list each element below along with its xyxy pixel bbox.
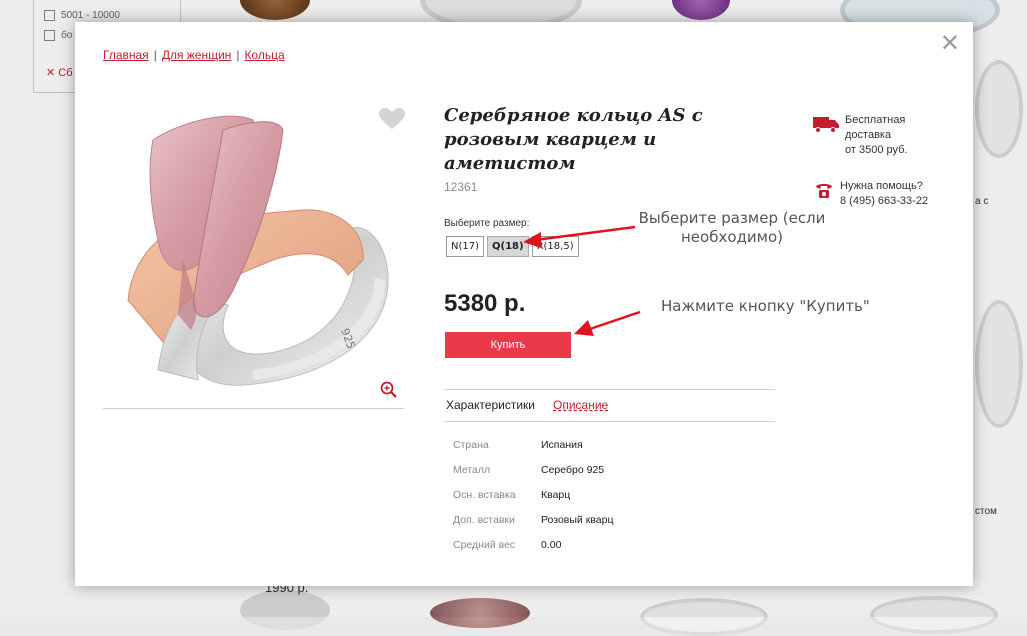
spec-key: Осн. вставка (453, 488, 516, 501)
tab-description[interactable]: Описание (553, 398, 608, 412)
spec-row: Средний вес 0.00 (453, 532, 613, 557)
spec-row: Доп. вставки Розовый кварц (453, 507, 613, 532)
size-label: Выберите размер: (444, 218, 530, 229)
spec-value: 0.00 (541, 538, 562, 551)
spec-value: Испания (541, 438, 583, 451)
spec-key: Страна (453, 438, 489, 451)
spec-value: Серебро 925 (541, 463, 605, 476)
product-title: Серебряное кольцо AS с розовым кварцем и… (444, 105, 703, 174)
tabs-bottom-divider (444, 421, 775, 422)
buy-button[interactable]: Купить (445, 332, 571, 358)
tab-characteristics[interactable]: Характеристики (446, 398, 535, 412)
spec-key: Металл (453, 463, 491, 476)
buy-hint-annotation: Нажмите кнопку "Купить" (661, 297, 870, 315)
size-option-selected[interactable]: Q(18) (487, 236, 529, 257)
close-icon[interactable]: ✕ (940, 32, 960, 56)
heart-icon[interactable] (379, 108, 405, 130)
spec-key: Средний вес (453, 538, 516, 551)
size-selector: N(17) Q(18) R(18,5) (446, 236, 579, 257)
spec-row: Страна Испания (453, 432, 613, 457)
product-price: 5380 р. (444, 290, 526, 317)
size-option[interactable]: N(17) (446, 236, 485, 257)
breadcrumb-women[interactable]: Для женщин (162, 48, 232, 62)
product-photo: 925 (127, 115, 389, 386)
breadcrumb-rings[interactable]: Кольца (244, 48, 284, 62)
help-phone-number[interactable]: 8 (495) 663-33-22 (840, 194, 928, 209)
free-delivery-info: Бесплатная доставка от 3500 руб. (845, 114, 908, 156)
zoom-icon[interactable] (380, 381, 398, 399)
spec-value: Кварц (541, 488, 571, 501)
breadcrumb: Главная | Для женщин | Кольца (103, 48, 285, 62)
tabs-top-divider (444, 389, 775, 390)
spec-key: Доп. вставки (453, 513, 515, 526)
spec-row: Металл Серебро 925 (453, 457, 613, 482)
size-hint-annotation: Выберите размер (если необходимо) (638, 209, 826, 246)
truck-icon (813, 117, 839, 133)
spec-row: Осн. вставка Кварц (453, 482, 613, 507)
photo-divider (103, 408, 404, 409)
arrow-to-buy (574, 310, 641, 336)
size-option[interactable]: R(18,5) (531, 236, 579, 257)
phone-icon (816, 184, 832, 198)
breadcrumb-home[interactable]: Главная (103, 48, 149, 62)
product-quick-view-modal: ✕ Главная | Для женщин | Кольца 925 Сере… (75, 22, 973, 586)
product-sku: 12361 (444, 180, 478, 194)
spec-value: Розовый кварц (541, 513, 614, 526)
specs-table: Страна Испания Металл Серебро 925 Осн. в… (453, 432, 613, 557)
help-info: Нужна помощь? 8 (495) 663-33-22 (840, 180, 929, 209)
